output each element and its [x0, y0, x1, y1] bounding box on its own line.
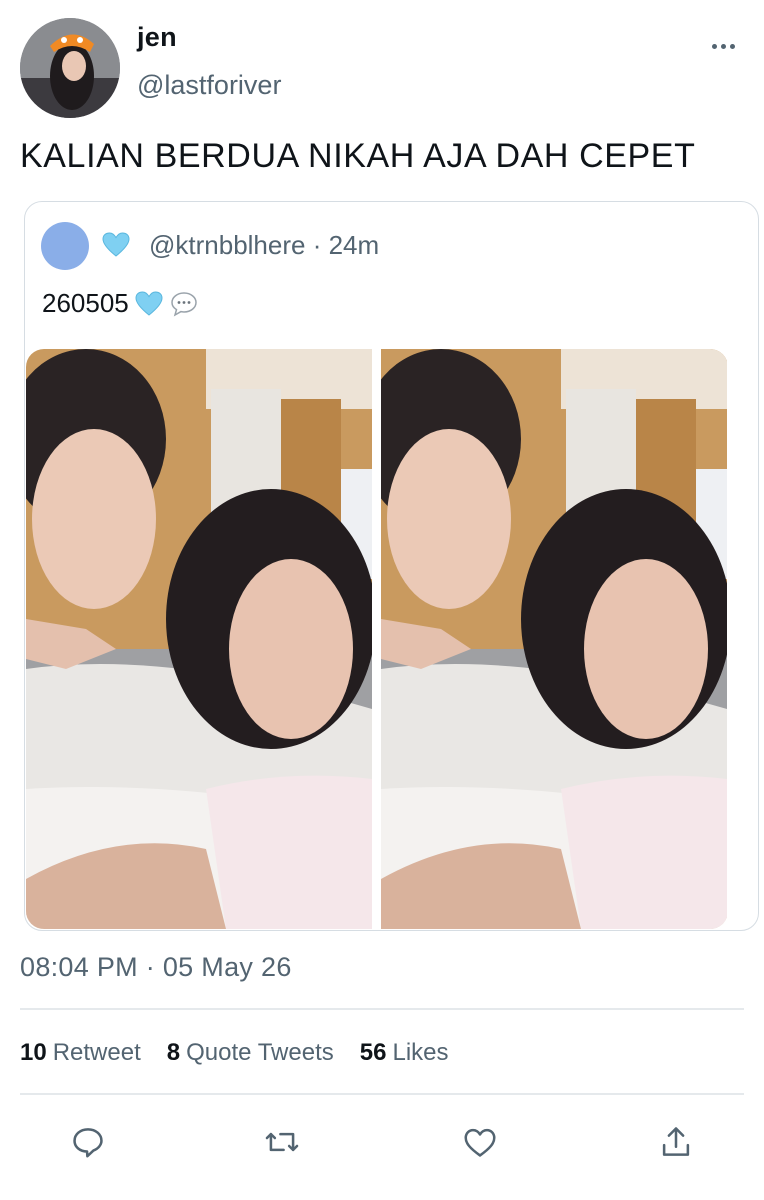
quoted-media-grid: [26, 349, 728, 929]
tweet-action-bar: [0, 1114, 764, 1170]
tweet-text: KALIAN BERDUA NIKAH AJA DAH CEPET: [20, 137, 696, 175]
tweet-timestamp[interactable]: 08:04 PM · 05 May 26: [20, 952, 292, 983]
likes-stat[interactable]: 56 Likes: [360, 1039, 449, 1067]
retweets-count: 10: [20, 1039, 47, 1066]
share-icon[interactable]: [654, 1120, 698, 1164]
retweets-label: Retweet: [52, 1039, 141, 1066]
divider: [20, 1008, 744, 1010]
likes-count: 56: [359, 1039, 387, 1066]
divider: [20, 1093, 744, 1095]
retweet-icon[interactable]: [260, 1120, 304, 1164]
quote-tweets-label: Quote Tweets: [186, 1039, 334, 1066]
author-avatar[interactable]: [20, 18, 120, 118]
retweets-stat[interactable]: 10 Retweet: [20, 1039, 141, 1067]
quote-tweets-stat[interactable]: 8 Quote Tweets: [167, 1039, 334, 1067]
quoted-photo-1[interactable]: [26, 349, 372, 929]
tweet-header: jen @lastforiver: [0, 0, 764, 130]
speech-bubble-icon: [171, 291, 197, 317]
author-display-name[interactable]: jen: [137, 22, 177, 53]
light-blue-heart-icon: [102, 232, 130, 257]
quoted-photo-2[interactable]: [381, 349, 727, 929]
more-options-icon[interactable]: [705, 34, 741, 58]
likes-label: Likes: [392, 1039, 449, 1066]
quoted-tweet-text-row: 260505: [42, 288, 199, 319]
tweet-stats: 10 Retweet 8 Quote Tweets 56 Likes: [20, 1039, 475, 1067]
reply-icon[interactable]: [66, 1120, 110, 1164]
author-handle[interactable]: @lastforiver: [137, 70, 281, 101]
quote-tweets-count: 8: [166, 1039, 181, 1066]
like-icon[interactable]: [458, 1120, 502, 1164]
light-blue-heart-icon: [135, 290, 163, 316]
quoted-handle-time[interactable]: @ktrnbblhere · 24m: [149, 230, 379, 261]
quoted-author-avatar[interactable]: [41, 222, 89, 270]
quoted-tweet-card[interactable]: @ktrnbblhere · 24m 260505: [24, 201, 759, 931]
quoted-tweet-text: 260505: [42, 288, 129, 318]
